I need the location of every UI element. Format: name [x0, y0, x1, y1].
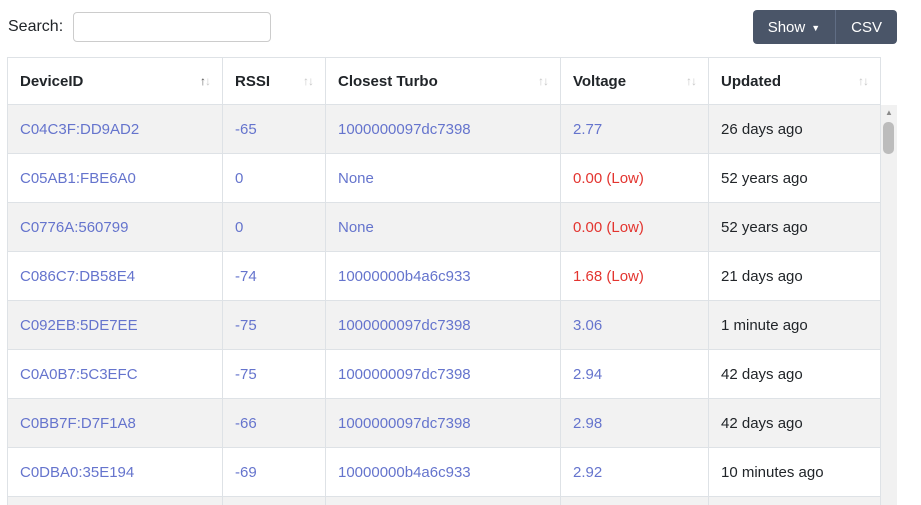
voltage-value: 2.98	[573, 414, 603, 432]
column-header-rssi[interactable]: RSSI ↑↓	[222, 57, 326, 105]
device-id-link[interactable]: C04C3F:DD9AD2	[20, 121, 139, 138]
scrollbar-up-arrow-icon[interactable]: ▲	[881, 105, 897, 121]
table-row: C0A0B7:5C3EFC -75 1000000097dc7398 2.94 …	[7, 349, 881, 399]
rssi-value: -74	[235, 267, 257, 285]
rssi-value: 0	[235, 218, 244, 236]
sort-icon: ↑↓	[538, 74, 549, 88]
sort-icon: ↑↓	[303, 74, 314, 88]
voltage-value: 2.94	[573, 365, 603, 383]
updated-value: 26 days ago	[721, 120, 803, 138]
rssi-value: -69	[235, 463, 257, 481]
device-table-page: Search: Show ▼ CSV DeviceID ↑↓ RSSI ↑↓ C…	[0, 0, 921, 505]
updated-value: 42 days ago	[721, 414, 803, 432]
table-row: C086C7:DB58E4 -74 10000000b4a6c933 1.68 …	[7, 251, 881, 301]
closest-turbo-link[interactable]: None	[338, 170, 374, 187]
show-dropdown-button[interactable]: Show ▼	[752, 10, 836, 44]
closest-turbo-link[interactable]: None	[338, 219, 374, 236]
show-button-label: Show	[767, 18, 806, 36]
rssi-value: 0	[235, 169, 244, 187]
vertical-scrollbar[interactable]: ▲	[881, 105, 897, 505]
updated-value: 1 minute ago	[721, 316, 808, 334]
column-header-label: RSSI	[235, 72, 271, 90]
table-row: C0DBA0:35E194 -69 10000000b4a6c933 2.92 …	[7, 447, 881, 497]
voltage-value-low: 0.00 (Low)	[573, 218, 644, 236]
column-header-deviceid[interactable]: DeviceID ↑↓	[7, 57, 223, 105]
column-header-label: Updated	[721, 72, 781, 90]
closest-turbo-link[interactable]: 10000000b4a6c933	[338, 464, 471, 481]
rssi-value: -66	[235, 414, 257, 432]
closest-turbo-link[interactable]: 1000000097dc7398	[338, 415, 471, 432]
column-header-label: DeviceID	[20, 72, 84, 90]
updated-value: 21 days ago	[721, 267, 803, 285]
column-header-label: Voltage	[573, 72, 627, 90]
voltage-value: 2.77	[573, 120, 603, 138]
sort-icon: ↑↓	[686, 74, 697, 88]
device-id-link[interactable]: C0BB7F:D7F1A8	[20, 415, 136, 432]
rssi-value: -75	[235, 316, 257, 334]
voltage-value: 3.06	[573, 316, 603, 334]
column-header-voltage[interactable]: Voltage ↑↓	[560, 57, 709, 105]
search-input[interactable]	[73, 12, 272, 42]
toolbar-button-group: Show ▼ CSV	[752, 10, 897, 44]
device-id-link[interactable]: C092EB:5DE7EE	[20, 317, 138, 334]
updated-value: 52 years ago	[721, 169, 808, 187]
rssi-value: -75	[235, 365, 257, 383]
voltage-value-low: 0.00 (Low)	[573, 169, 644, 187]
closest-turbo-link[interactable]: 1000000097dc7398	[338, 121, 471, 138]
device-id-link[interactable]: C0A0B7:5C3EFC	[20, 366, 138, 383]
column-header-closest-turbo[interactable]: Closest Turbo ↑↓	[325, 57, 561, 105]
search-label: Search:	[8, 18, 64, 35]
table-row: C05AB1:FBE6A0 0 None 0.00 (Low) 52 years…	[7, 153, 881, 203]
table-row-partial	[7, 496, 881, 505]
closest-turbo-link[interactable]: 10000000b4a6c933	[338, 268, 471, 285]
device-id-link[interactable]: C0776A:560799	[20, 219, 128, 236]
toolbar: Search: Show ▼ CSV	[8, 10, 897, 44]
closest-turbo-link[interactable]: 1000000097dc7398	[338, 366, 471, 383]
voltage-value: 2.92	[573, 463, 603, 481]
sort-icon: ↑↓	[858, 74, 869, 88]
search-group: Search:	[8, 12, 272, 42]
table-row: C0776A:560799 0 None 0.00 (Low) 52 years…	[7, 202, 881, 252]
csv-button-label: CSV	[851, 18, 882, 36]
updated-value: 42 days ago	[721, 365, 803, 383]
column-header-label: Closest Turbo	[338, 72, 438, 90]
device-table: DeviceID ↑↓ RSSI ↑↓ Closest Turbo ↑↓ Vol…	[7, 57, 881, 505]
updated-value: 52 years ago	[721, 218, 808, 236]
table-header-row: DeviceID ↑↓ RSSI ↑↓ Closest Turbo ↑↓ Vol…	[7, 57, 881, 105]
csv-export-button[interactable]: CSV	[835, 10, 897, 44]
closest-turbo-link[interactable]: 1000000097dc7398	[338, 317, 471, 334]
device-table-container: DeviceID ↑↓ RSSI ↑↓ Closest Turbo ↑↓ Vol…	[7, 57, 897, 505]
table-row: C0BB7F:D7F1A8 -66 1000000097dc7398 2.98 …	[7, 398, 881, 448]
voltage-value-low: 1.68 (Low)	[573, 267, 644, 285]
sort-icon: ↑↓	[200, 74, 211, 88]
table-row: C092EB:5DE7EE -75 1000000097dc7398 3.06 …	[7, 300, 881, 350]
device-id-link[interactable]: C086C7:DB58E4	[20, 268, 135, 285]
table-row: C04C3F:DD9AD2 -65 1000000097dc7398 2.77 …	[7, 104, 881, 154]
column-header-updated[interactable]: Updated ↑↓	[708, 57, 881, 105]
scrollbar-thumb[interactable]	[883, 122, 894, 154]
rssi-value: -65	[235, 120, 257, 138]
caret-down-icon: ▼	[811, 22, 821, 33]
device-id-link[interactable]: C0DBA0:35E194	[20, 464, 134, 481]
updated-value: 10 minutes ago	[721, 463, 824, 481]
device-id-link[interactable]: C05AB1:FBE6A0	[20, 170, 136, 187]
